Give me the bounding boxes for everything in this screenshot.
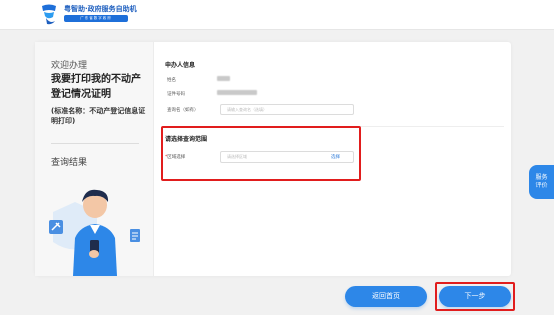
left-divider [51,143,139,144]
back-home-button[interactable]: 返回首页 [345,286,427,307]
yue-logo-icon [42,4,56,25]
id-number-label: 证件号码 [167,92,185,97]
id-number-value-redacted [217,90,257,95]
service-person-illustration [49,189,140,276]
scope-highlight-box [161,126,361,181]
service-title: 我要打印我的不动产登记情况证明 [51,74,141,100]
standard-name-note: (标准名称：不动产登记信息证明打印) [51,107,146,125]
left-panel: 欢迎办理 我要打印我的不动产登记情况证明 (标准名称：不动产登记信息证明打印) … [35,42,154,276]
welcome-text: 欢迎办理 [51,61,88,71]
brand-title: 粤智助·政府服务自助机 [64,5,137,13]
reference-input[interactable]: 请输入查询名（选填） [220,104,354,115]
query-results-label: 查询结果 [51,158,88,168]
service-evaluation-tab[interactable]: 服务评价 [529,165,554,199]
next-highlight-box [435,282,515,311]
service-evaluation-label: 服务评价 [535,174,548,189]
applicant-section-title: 申办人信息 [165,62,196,69]
name-label: 姓名 [167,78,176,83]
top-header: 粤智助·政府服务自助机 广东省数字政府 [0,0,554,30]
reference-label: 查询名（如有） [167,108,199,113]
brand-subtitle: 广东省数字政府 [64,15,128,22]
name-value-redacted [217,76,230,81]
